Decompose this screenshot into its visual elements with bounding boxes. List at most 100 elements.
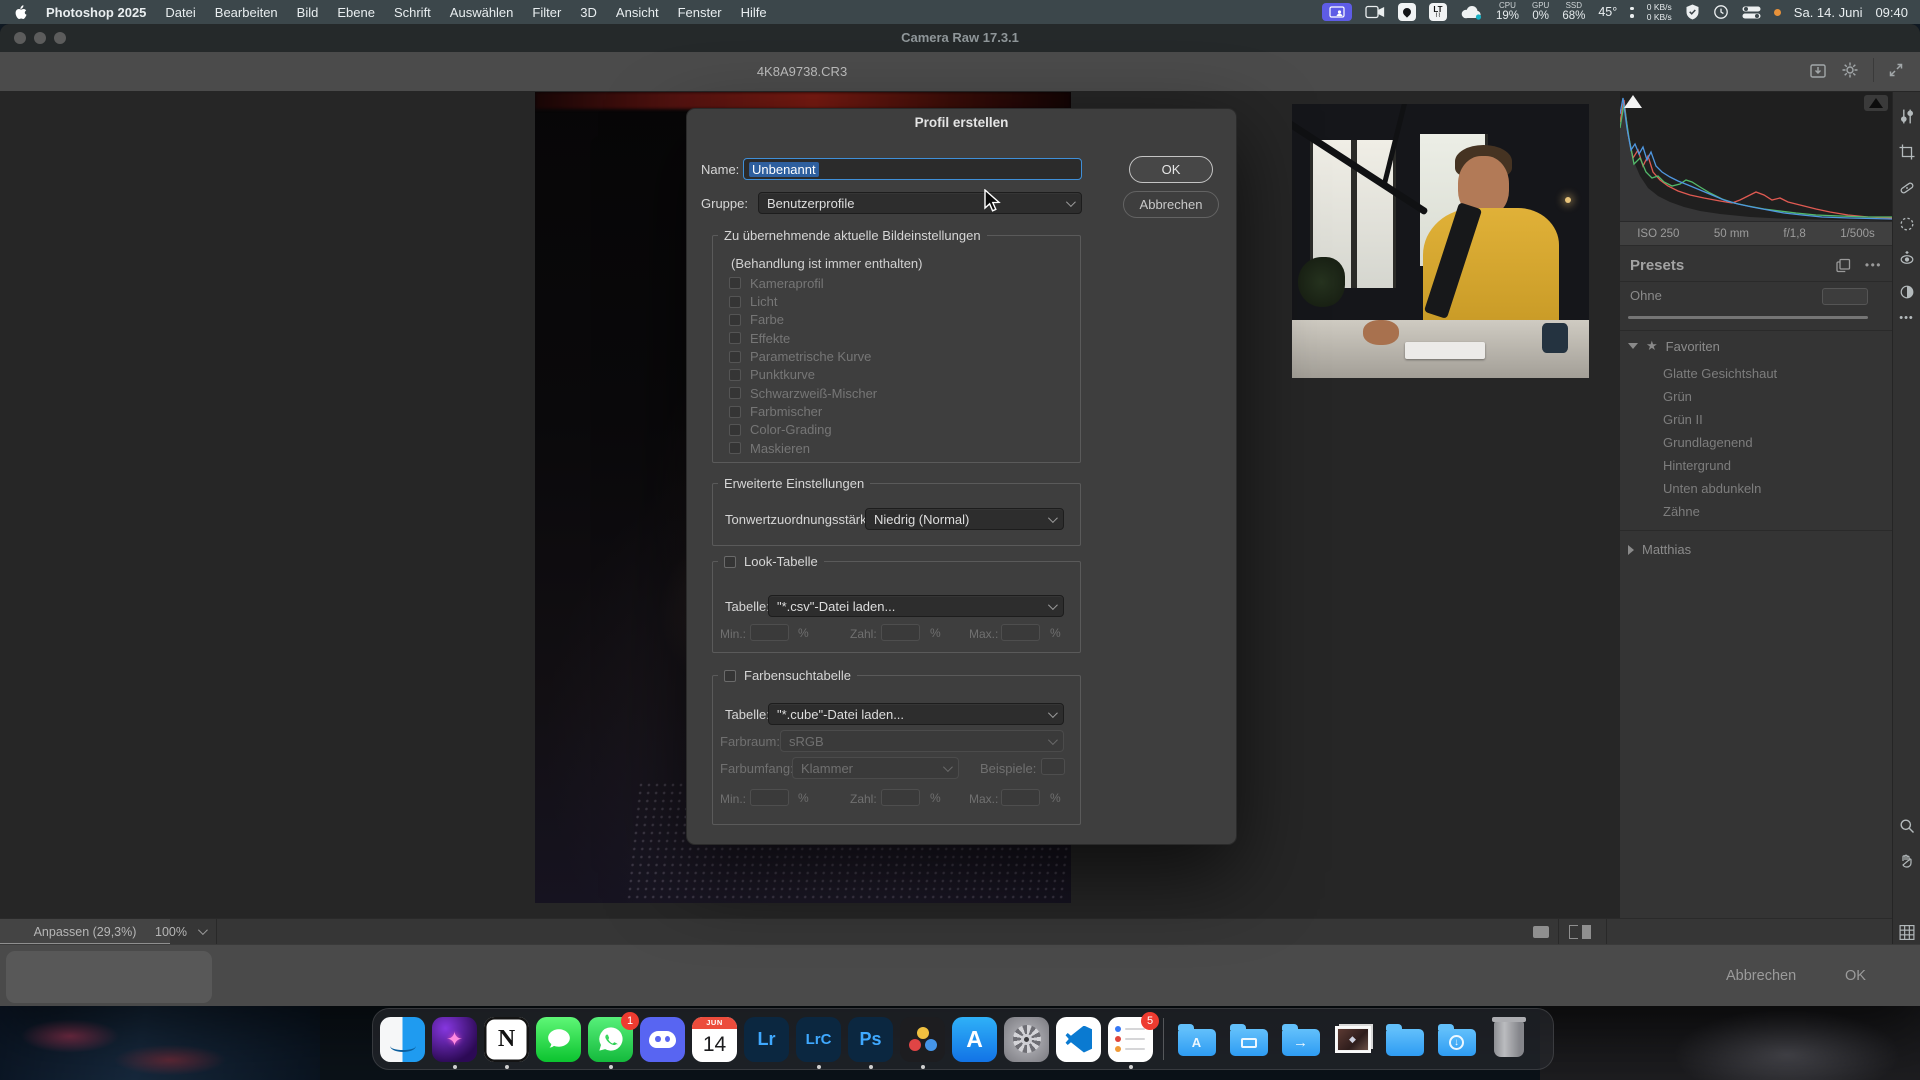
look-table-select[interactable]: "*.csv"-Datei laden...: [768, 595, 1064, 617]
preset-item[interactable]: Grün II: [1663, 412, 1703, 427]
ok-button[interactable]: OK: [1129, 156, 1213, 183]
name-input[interactable]: Unbenannt: [743, 158, 1082, 180]
healing-tool-icon[interactable]: [1899, 180, 1915, 196]
exif-aperture: f/1,8: [1783, 228, 1805, 240]
dock-export-folder[interactable]: →: [1278, 1017, 1323, 1062]
lt-app-icon[interactable]: LT⌇⌇: [1429, 3, 1447, 21]
dock-whatsapp[interactable]: 1: [588, 1017, 633, 1062]
fullscreen-icon[interactable]: [1888, 62, 1904, 78]
screen-record-icon[interactable]: [1365, 5, 1385, 19]
menu-item-bearbeiten[interactable]: Bearbeiten: [215, 5, 278, 20]
dock-app-store[interactable]: A: [952, 1017, 997, 1062]
dock-lightroom[interactable]: Lr: [744, 1017, 789, 1062]
favorites-group-header[interactable]: ★ Favoriten: [1628, 338, 1720, 354]
dock-photoshop[interactable]: Ps: [848, 1017, 893, 1062]
control-center-icon[interactable]: [1742, 6, 1761, 19]
red-eye-tool-icon[interactable]: [1899, 250, 1915, 266]
zoom-chevron-icon[interactable]: [198, 925, 208, 935]
shield-icon[interactable]: [1685, 4, 1700, 20]
save-image-icon[interactable]: [1809, 61, 1827, 79]
menu-item-bild[interactable]: Bild: [297, 5, 319, 20]
ssd-stat[interactable]: SSD68%: [1562, 2, 1585, 23]
droplet-app-icon[interactable]: [1398, 3, 1416, 21]
matthias-group-header[interactable]: Matthias: [1628, 542, 1691, 557]
checkbox: [729, 442, 741, 454]
presets-more-icon[interactable]: •••: [1865, 258, 1882, 272]
menu-app-name[interactable]: Photoshop 2025: [46, 5, 146, 20]
dock-discord[interactable]: [640, 1017, 685, 1062]
menu-item-filter[interactable]: Filter: [532, 5, 561, 20]
menu-item-fenster[interactable]: Fenster: [678, 5, 722, 20]
edit-sliders-icon[interactable]: [1898, 108, 1915, 125]
preset-item[interactable]: Hintergrund: [1663, 458, 1731, 473]
masking-tool-icon[interactable]: [1899, 216, 1915, 232]
dock-messages[interactable]: [536, 1017, 581, 1062]
dock-applications-folder[interactable]: A: [1174, 1017, 1219, 1062]
dock-reminders[interactable]: 5: [1108, 1017, 1153, 1062]
creative-cloud-icon[interactable]: [1460, 4, 1483, 20]
menu-item-3d[interactable]: 3D: [580, 5, 597, 20]
dock-trash[interactable]: [1486, 1017, 1531, 1062]
color-lookup-checkbox[interactable]: [724, 670, 736, 682]
network-speed-stat[interactable]: 0 KB/s0 KB/s: [1647, 3, 1672, 22]
more-tools-icon[interactable]: •••: [1899, 312, 1914, 324]
ok-button-footer[interactable]: OK: [1845, 945, 1866, 1007]
temperature-stat[interactable]: 45°: [1598, 5, 1617, 19]
highlight-clipping-indicator[interactable]: [1864, 95, 1888, 111]
preset-item[interactable]: Glatte Gesichtshaut: [1663, 366, 1777, 381]
menu-item-auswaehlen[interactable]: Auswählen: [450, 5, 514, 20]
apple-menu-icon[interactable]: [14, 5, 27, 20]
dock-davinci-resolve[interactable]: [900, 1017, 945, 1062]
group-select[interactable]: Benutzerprofile: [758, 192, 1082, 214]
screen-share-icon[interactable]: [1322, 3, 1352, 21]
zoom-level[interactable]: 100%: [148, 919, 194, 945]
preset-amount-slider[interactable]: [1628, 316, 1868, 319]
min-input: [750, 624, 789, 641]
new-preset-icon[interactable]: [1836, 258, 1851, 273]
dock-notion[interactable]: N: [484, 1017, 529, 1062]
view-mode-selector[interactable]: Anpassen (29,3%): [0, 919, 170, 945]
cpu-stat[interactable]: CPU19%: [1496, 2, 1519, 23]
cancel-button-footer[interactable]: Abbrechen: [1726, 945, 1796, 1007]
menu-item-ansicht[interactable]: Ansicht: [616, 5, 659, 20]
dock-photos-stack[interactable]: ◆: [1330, 1017, 1375, 1062]
crop-tool-icon[interactable]: [1899, 144, 1915, 160]
exif-bar: ISO 250 50 mm f/1,8 1/500s: [1620, 222, 1892, 246]
preset-none-label[interactable]: Ohne: [1630, 288, 1662, 303]
dock-creative-app[interactable]: ✦: [432, 1017, 477, 1062]
percent-label: %: [1050, 626, 1061, 640]
menu-date[interactable]: Sa. 14. Juni: [1794, 5, 1863, 20]
preset-item[interactable]: Grundlagenend: [1663, 435, 1753, 450]
dock-desktop-folder[interactable]: [1226, 1017, 1271, 1062]
menu-item-ebene[interactable]: Ebene: [337, 5, 375, 20]
preset-amount-box[interactable]: [1822, 288, 1868, 305]
time-machine-icon[interactable]: [1713, 4, 1729, 20]
dropover-icon[interactable]: [1630, 7, 1634, 18]
cancel-button[interactable]: Abbrechen: [1123, 191, 1219, 218]
look-table-checkbox[interactable]: [724, 556, 736, 568]
dock-lightroom-classic[interactable]: LrC: [796, 1017, 841, 1062]
dock-calendar[interactable]: JUN 14: [692, 1017, 737, 1062]
cube-table-select[interactable]: "*.cube"-Datei laden...: [768, 703, 1064, 725]
dock-vscode[interactable]: [1056, 1017, 1101, 1062]
zoom-tool-icon[interactable]: [1899, 818, 1915, 834]
dock-downloads-folder[interactable]: ↓: [1434, 1017, 1479, 1062]
preset-item[interactable]: Unten abdunkeln: [1663, 481, 1761, 496]
dock-plain-folder[interactable]: [1382, 1017, 1427, 1062]
menu-time[interactable]: 09:40: [1875, 5, 1908, 20]
dock-system-settings[interactable]: [1004, 1017, 1049, 1062]
grid-view-icon[interactable]: [1898, 924, 1915, 941]
gpu-stat[interactable]: GPU0%: [1532, 2, 1549, 23]
single-view-icon[interactable]: [1533, 926, 1549, 938]
before-after-view-icon[interactable]: [1569, 925, 1591, 939]
dock-finder[interactable]: [380, 1017, 425, 1062]
hand-tool-icon[interactable]: [1899, 852, 1915, 868]
bw-adjust-icon[interactable]: [1899, 284, 1915, 300]
preset-item[interactable]: Grün: [1663, 389, 1692, 404]
menu-item-hilfe[interactable]: Hilfe: [741, 5, 767, 20]
preset-item[interactable]: Zähne: [1663, 504, 1700, 519]
tone-mapping-select[interactable]: Niedrig (Normal): [865, 508, 1064, 530]
settings-gear-icon[interactable]: [1841, 61, 1859, 79]
menu-item-datei[interactable]: Datei: [165, 5, 195, 20]
menu-item-schrift[interactable]: Schrift: [394, 5, 431, 20]
